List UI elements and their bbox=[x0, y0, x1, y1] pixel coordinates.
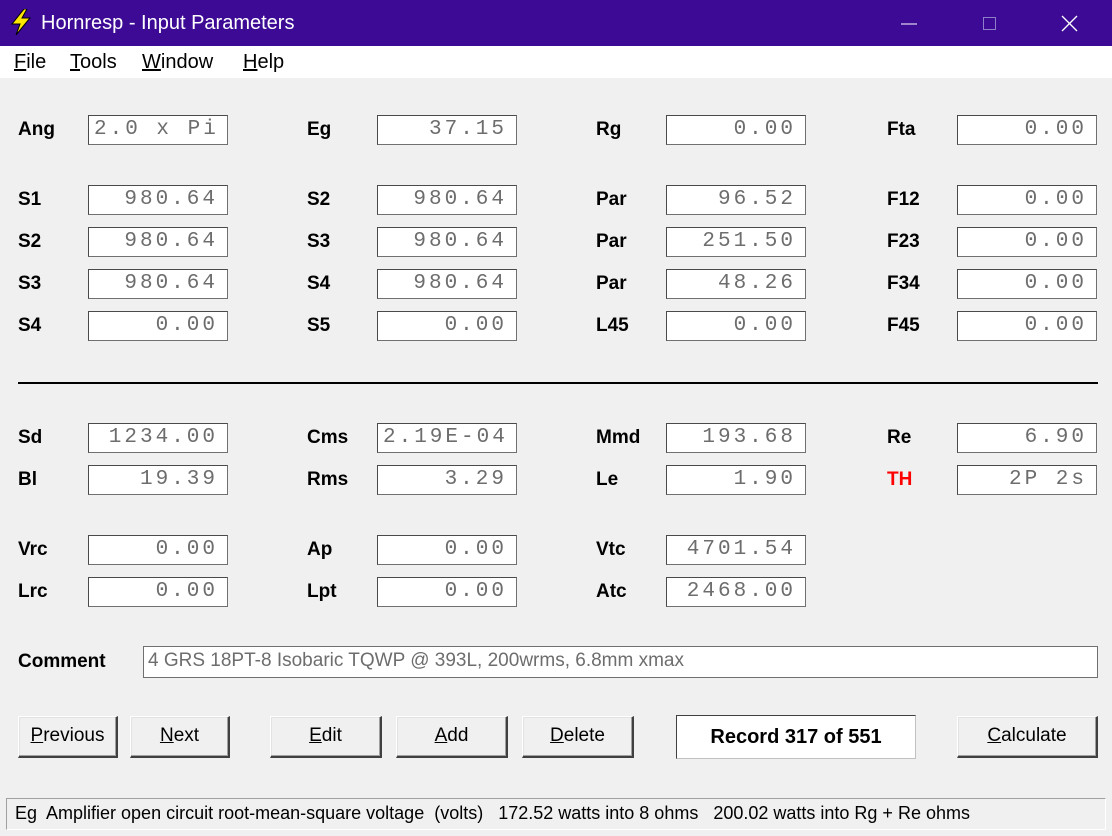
param-label-f12: F12 bbox=[887, 189, 920, 210]
param-label-s3: S3 bbox=[18, 273, 42, 294]
param-field-f23[interactable]: 0.00 bbox=[957, 227, 1097, 257]
param-label-fta: Fta bbox=[887, 119, 916, 140]
param-field-vtc[interactable]: 4701.54 bbox=[666, 535, 806, 565]
param-field-cms[interactable]: 2.19E-04 bbox=[377, 423, 517, 453]
param-field-bl[interactable]: 19.39 bbox=[88, 465, 228, 495]
param-label-s4: S4 bbox=[307, 273, 331, 294]
window-title: Hornresp - Input Parameters bbox=[41, 12, 295, 34]
title-bar: Hornresp - Input Parameters bbox=[0, 0, 1112, 46]
param-field-ang[interactable]: 2.0 x Pi bbox=[88, 115, 228, 145]
param-field-par[interactable]: 96.52 bbox=[666, 185, 806, 215]
param-label-s2: S2 bbox=[18, 231, 42, 252]
param-label-th: TH bbox=[887, 469, 913, 490]
close-button[interactable] bbox=[1029, 0, 1109, 46]
param-label-rms: Rms bbox=[307, 469, 349, 490]
next-button[interactable]: Next bbox=[130, 716, 230, 758]
param-field-rms[interactable]: 3.29 bbox=[377, 465, 517, 495]
previous-button[interactable]: Previous bbox=[18, 716, 118, 758]
param-field-s4[interactable]: 0.00 bbox=[88, 311, 228, 341]
param-label-cms: Cms bbox=[307, 427, 349, 448]
menu-bar: File Tools Window Help bbox=[0, 46, 1112, 78]
param-field-l45[interactable]: 0.00 bbox=[666, 311, 806, 341]
param-field-le[interactable]: 1.90 bbox=[666, 465, 806, 495]
comment-label: Comment bbox=[18, 651, 106, 672]
param-field-s3[interactable]: 980.64 bbox=[377, 227, 517, 257]
menu-file[interactable]: File bbox=[14, 51, 46, 74]
param-label-s2: S2 bbox=[307, 189, 331, 210]
param-field-s1[interactable]: 980.64 bbox=[88, 185, 228, 215]
param-field-par[interactable]: 48.26 bbox=[666, 269, 806, 299]
record-indicator: Record 317 of 551 bbox=[676, 715, 916, 759]
param-label-atc: Atc bbox=[596, 581, 627, 602]
param-label-sd: Sd bbox=[18, 427, 43, 448]
param-field-ap[interactable]: 0.00 bbox=[377, 535, 517, 565]
param-label-bl: Bl bbox=[18, 469, 37, 490]
param-label-vrc: Vrc bbox=[18, 539, 48, 560]
section-divider bbox=[18, 382, 1098, 384]
param-field-rg[interactable]: 0.00 bbox=[666, 115, 806, 145]
param-label-re: Re bbox=[887, 427, 912, 448]
param-field-lrc[interactable]: 0.00 bbox=[88, 577, 228, 607]
minimize-button[interactable] bbox=[869, 0, 949, 46]
param-field-s5[interactable]: 0.00 bbox=[377, 311, 517, 341]
delete-button[interactable]: Delete bbox=[522, 716, 634, 758]
param-label-lrc: Lrc bbox=[18, 581, 48, 602]
menu-window[interactable]: Window bbox=[142, 51, 213, 74]
calculate-button[interactable]: Calculate bbox=[957, 716, 1098, 758]
maximize-button[interactable] bbox=[949, 0, 1029, 46]
param-field-s2[interactable]: 980.64 bbox=[88, 227, 228, 257]
param-label-par: Par bbox=[596, 189, 627, 210]
param-field-f12[interactable]: 0.00 bbox=[957, 185, 1097, 215]
menu-tools[interactable]: Tools bbox=[70, 51, 117, 74]
param-label-vtc: Vtc bbox=[596, 539, 626, 560]
status-bar: Eg Amplifier open circuit root-mean-squa… bbox=[6, 798, 1106, 830]
param-label-s3: S3 bbox=[307, 231, 331, 252]
param-label-l45: L45 bbox=[596, 315, 629, 336]
param-field-vrc[interactable]: 0.00 bbox=[88, 535, 228, 565]
param-label-f45: F45 bbox=[887, 315, 920, 336]
param-field-s4[interactable]: 980.64 bbox=[377, 269, 517, 299]
param-label-s1: S1 bbox=[18, 189, 42, 210]
param-field-sd[interactable]: 1234.00 bbox=[88, 423, 228, 453]
param-label-par: Par bbox=[596, 273, 627, 294]
param-field-par[interactable]: 251.50 bbox=[666, 227, 806, 257]
param-label-s5: S5 bbox=[307, 315, 331, 336]
param-field-eg[interactable]: 37.15 bbox=[377, 115, 517, 145]
param-field-re[interactable]: 6.90 bbox=[957, 423, 1097, 453]
param-label-f23: F23 bbox=[887, 231, 920, 252]
edit-button[interactable]: Edit bbox=[270, 716, 382, 758]
param-field-f34[interactable]: 0.00 bbox=[957, 269, 1097, 299]
param-field-fta[interactable]: 0.00 bbox=[957, 115, 1097, 145]
add-button[interactable]: Add bbox=[396, 716, 508, 758]
param-field-mmd[interactable]: 193.68 bbox=[666, 423, 806, 453]
param-label-ang: Ang bbox=[18, 119, 55, 140]
minimize-icon bbox=[901, 23, 917, 25]
param-label-f34: F34 bbox=[887, 273, 920, 294]
close-icon bbox=[1061, 15, 1078, 32]
param-label-s4: S4 bbox=[18, 315, 42, 336]
param-field-atc[interactable]: 2468.00 bbox=[666, 577, 806, 607]
lightning-icon bbox=[10, 9, 32, 35]
param-field-s3[interactable]: 980.64 bbox=[88, 269, 228, 299]
maximize-icon bbox=[983, 17, 996, 30]
param-field-f45[interactable]: 0.00 bbox=[957, 311, 1097, 341]
param-label-eg: Eg bbox=[307, 119, 332, 140]
param-field-lpt[interactable]: 0.00 bbox=[377, 577, 517, 607]
comment-field[interactable]: 4 GRS 18PT-8 Isobaric TQWP @ 393L, 200wr… bbox=[143, 646, 1098, 678]
param-label-le: Le bbox=[596, 469, 619, 490]
param-label-lpt: Lpt bbox=[307, 581, 337, 602]
menu-help[interactable]: Help bbox=[243, 51, 284, 74]
param-label-ap: Ap bbox=[307, 539, 333, 560]
param-field-s2[interactable]: 980.64 bbox=[377, 185, 517, 215]
param-label-rg: Rg bbox=[596, 119, 622, 140]
param-label-mmd: Mmd bbox=[596, 427, 641, 448]
param-label-par: Par bbox=[596, 231, 627, 252]
param-field-th[interactable]: 2P 2s bbox=[957, 465, 1097, 495]
